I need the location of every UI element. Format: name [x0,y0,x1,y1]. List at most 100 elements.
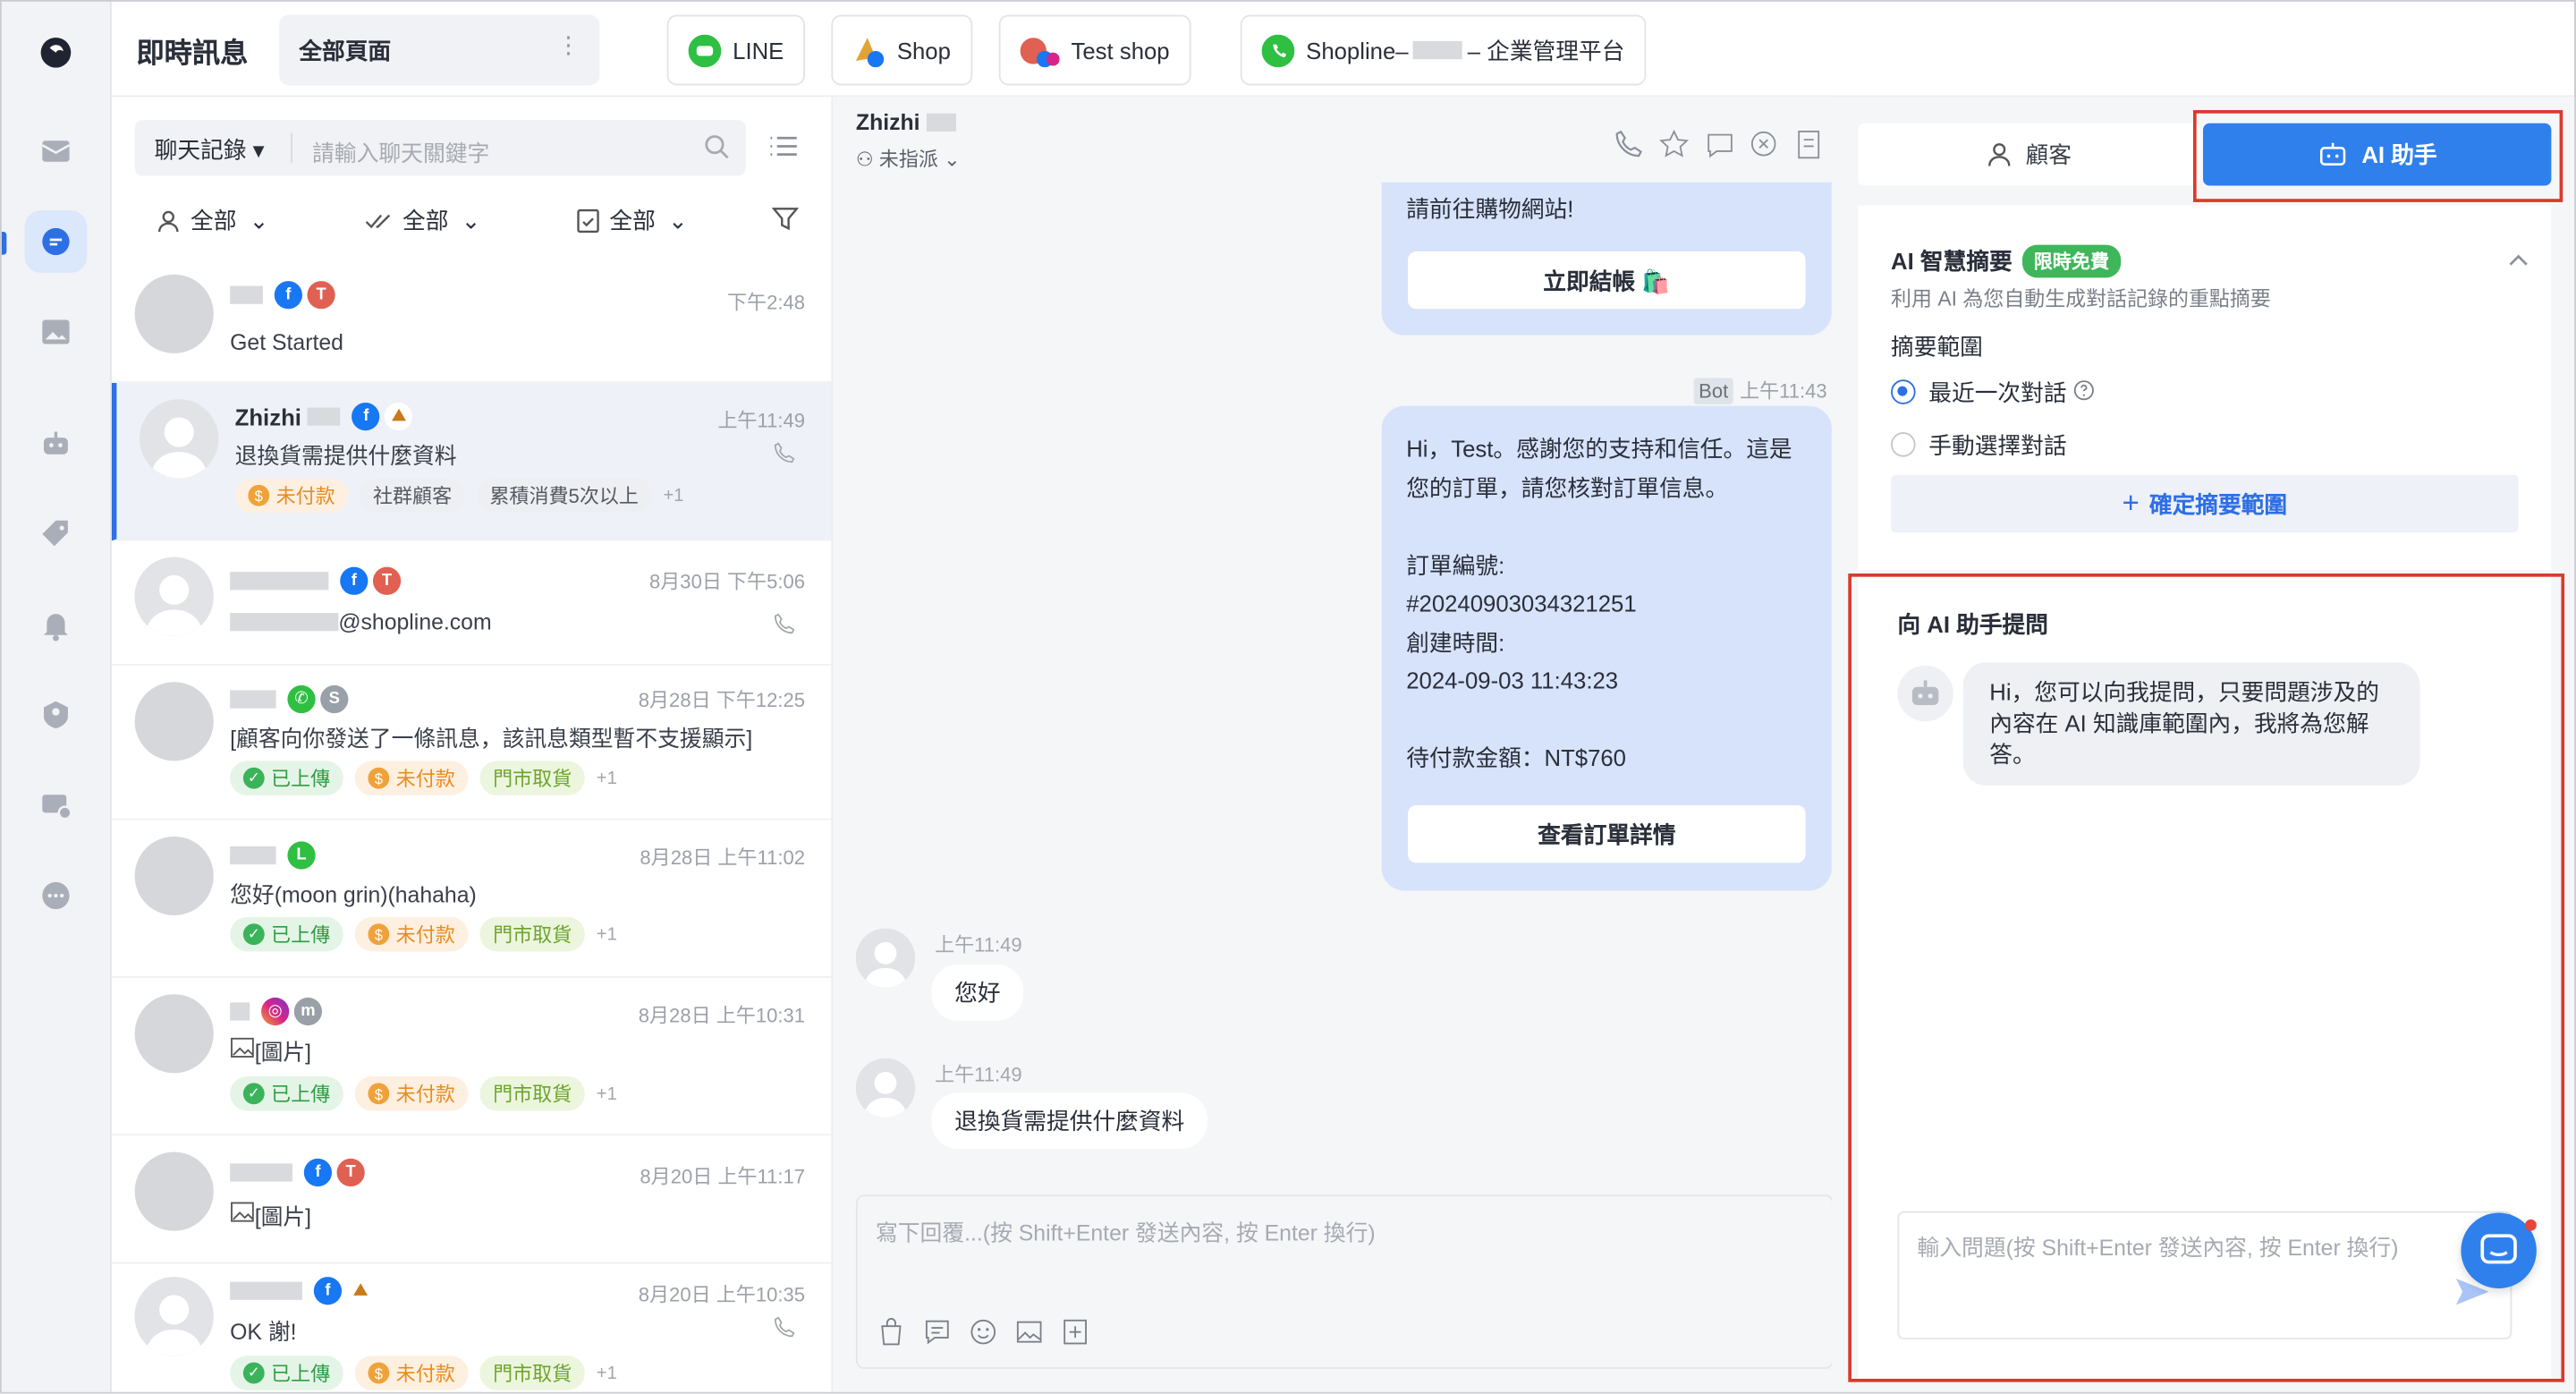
radio-label: 手動選擇對話 [1928,432,2067,459]
tag-social: 社群顧客 [360,478,465,514]
plus-icon: + [2122,486,2140,520]
channel-tab-shop[interactable]: Shop [831,14,972,86]
free-badge: 限時免費 [2021,244,2121,278]
channel-tab-test-shop[interactable]: Test shop [998,14,1191,86]
chevron-up-icon[interactable] [2509,245,2529,275]
conversation-contact-name: Zhizhi [856,110,962,135]
message-time: 8月20日 上午11:17 [640,1165,805,1188]
conversation-row[interactable]: fT 8月30日 下午5:06 @shopline.com [111,540,832,666]
filter-read-status[interactable]: 全部 ⌄ [365,204,480,237]
conversation-row[interactable]: L 8月28日 上午11:02 您好(moon grin)(hahaha) ✓ 已… [111,820,832,978]
close-chat-icon[interactable] [1750,130,1777,166]
summary-description: 利用 AI 為您自動生成對話記錄的重點摘要 [1891,287,2271,311]
search-input[interactable]: 請輸入聊天關鍵字 [312,135,489,168]
multi-channel-icon [1020,34,1060,67]
message-time: 8月28日 上午11:02 [640,846,805,870]
tab-customer[interactable]: 顧客 [1858,123,2200,186]
avatar [134,682,214,761]
image-upload-icon[interactable] [1015,1318,1043,1354]
contact-name: ◎ m [230,997,322,1026]
customer-avatar [855,1058,916,1118]
brand-logo-icon[interactable] [25,21,88,84]
phone-icon [774,613,795,642]
page-selector[interactable]: 全部頁面 ⋮ [279,14,600,86]
message-time: 下午2:48 [726,291,805,314]
top-bar: 即時訊息 全部頁面 ⋮ LINE Shop Test shop Shopline… [111,1,2575,98]
star-icon[interactable] [1659,129,1690,167]
assign-dropdown[interactable]: ⚇ 未指派 ⌄ [856,145,961,173]
summary-range-label: 摘要範圍 [1891,333,1983,361]
facebook-icon: f [274,281,302,310]
quick-reply-icon[interactable] [923,1318,951,1354]
channel-tab-whatsapp[interactable]: Shopline– – 企業管理平台 [1240,14,1647,86]
facebook-icon: f [303,1158,333,1187]
bot-icon[interactable] [25,412,88,475]
phone-icon [774,442,795,472]
page-selector-label: 全部頁面 [299,38,392,64]
tag-store-pickup: 門市取貨 [479,761,585,795]
reply-composer[interactable]: 寫下回覆...(按 Shift+Enter 發送內容, 按 Enter 換行) [855,1194,1834,1369]
redacted-text [1413,40,1463,60]
m-icon: m [293,997,322,1026]
phone-icon[interactable] [1614,130,1642,166]
kebab-icon[interactable]: ⋮ [557,31,580,59]
more-icon[interactable] [25,864,88,927]
conversation-row-selected[interactable]: Zhizhi f ⛰ 上午11:49 退換貨需提供什麼資料 $ 未付款 社群顧客 累… [111,382,832,541]
incoming-message: 退換貨需提供什麼資料 [931,1092,1208,1149]
message-time: 上午11:49 [717,409,805,433]
channel-tab-line[interactable]: LINE [666,14,806,86]
conversation-row[interactable]: fT 8月20日 上午11:17 [圖片] [111,1135,832,1264]
conversation-row[interactable]: ◎ m 8月28日 上午10:31 [圖片] ✓ 已上傳 $ 未付款 門市取貨 +1 [111,978,832,1136]
conversation-row[interactable]: ✆ S 8月28日 下午12:25 [顧客向你發送了一條訊息，該訊息類型暫不支援顯… [111,666,832,820]
active-indicator [1,231,7,255]
search-icon[interactable] [703,133,729,168]
funnel-icon[interactable] [771,206,800,241]
facebook-icon: f [340,566,369,595]
search-box[interactable]: 聊天記錄 ▾ 請輸入聊天關鍵字 [134,120,746,176]
view-order-button[interactable]: 查看訂單詳情 [1408,804,1806,863]
filter-assignee[interactable]: 全部 ⌄ [156,204,268,237]
card-settings-icon[interactable] [25,774,88,837]
note-icon[interactable] [1705,130,1734,167]
incoming-message: 您好 [931,965,1024,1021]
add-attachment-icon[interactable] [1062,1318,1089,1354]
inbox-icon[interactable] [25,120,88,183]
app-root: 即時訊息 全部頁面 ⋮ LINE Shop Test shop Shopline… [0,0,2576,1394]
filter-tag[interactable]: 全部 ⌄ [577,204,688,237]
shop-facebook-icon [852,34,886,67]
list-view-icon[interactable] [769,133,799,168]
order-message-line: 創建時間: [1406,628,1505,655]
confirm-summary-range-button[interactable]: + 確定摘要範圍 [1891,474,2519,533]
tag-list: ✓ 已上傳 $ 未付款 門市取貨 +1 [230,761,617,795]
shopping-bag-icon[interactable] [877,1318,905,1354]
gallery-icon[interactable] [25,301,88,363]
order-message-line [1406,508,1807,547]
avatar [134,1152,214,1231]
bot-label: Bot 上午11:43 [1693,377,1827,404]
chat-icon[interactable] [24,210,88,273]
emoji-icon[interactable] [970,1318,997,1354]
radio-latest-conversation[interactable] [1891,379,1916,404]
conversation-row[interactable]: fT 下午2:48 Get Started [111,255,832,383]
test-shop-icon: T [307,281,335,310]
checkout-button[interactable]: 立即結帳 🛍️ [1408,251,1806,310]
message-time: 8月28日 上午10:31 [638,1004,805,1027]
reply-input[interactable]: 寫下回覆...(按 Shift+Enter 發送內容, 按 Enter 換行) [876,1214,1376,1247]
conversation-row[interactable]: f ⛰ 8月20日 上午10:35 OK 謝! ✓ 已上傳 $ 未付款 門市取貨 +1 [112,1263,831,1391]
document-icon[interactable] [1796,130,1822,167]
team-icon[interactable] [25,684,88,746]
test-shop-icon: T [336,1158,365,1187]
tag-store-pickup: 門市取貨 [479,1076,585,1111]
order-message-line: 訂單編號: [1406,551,1505,578]
avatar [134,994,214,1074]
radio-manual-select[interactable] [1891,432,1916,457]
channel-tab-label: Test shop [1071,37,1170,64]
bell-icon[interactable] [25,593,88,656]
person-icon [1988,143,2011,166]
message-preview: [圖片] [230,1033,311,1067]
tag-store-pickup: 門市取貨 [479,916,585,952]
tag-icon[interactable] [25,503,88,565]
search-type-select[interactable]: 聊天記錄 ▾ [155,133,265,166]
tag-unpaid: $ 未付款 [354,1076,469,1111]
summary-title: AI 智慧摘要 限時免費 [1891,244,2121,278]
